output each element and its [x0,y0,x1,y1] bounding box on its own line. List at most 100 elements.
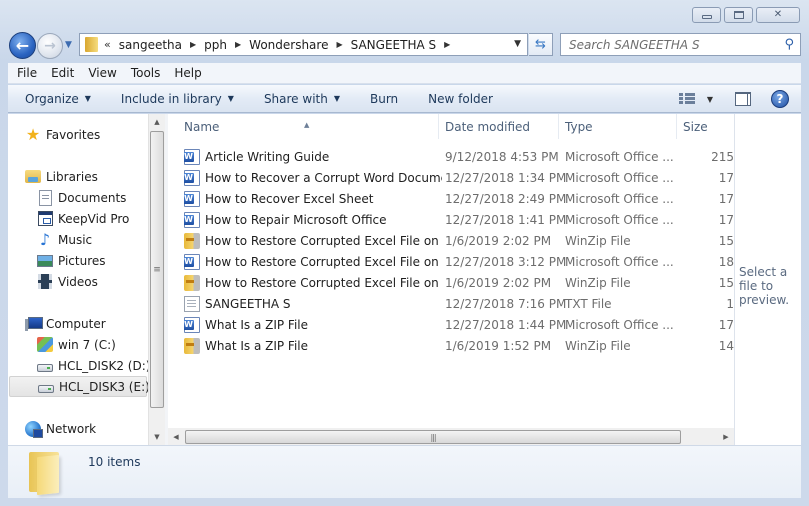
preview-pane-icon[interactable] [735,92,751,106]
column-header-date-modified[interactable]: Date modified [439,114,559,139]
word-document-icon [184,253,200,270]
sidebar-item-network[interactable]: Network [25,418,96,439]
file-row[interactable]: Article Writing Guide 9/12/2018 4:53 PM Mi… [168,146,734,167]
navigation-pane-scrollbar[interactable]: ▲ ≡ ▼ [148,114,165,445]
sidebar-item-label: Computer [46,316,106,331]
file-size: 14 [718,338,734,353]
share-with-button[interactable]: Share with ▼ [264,92,340,106]
file-name: What Is a ZIP File [205,317,309,332]
help-icon[interactable]: ? [771,90,789,108]
file-date-modified: 12/27/2018 1:34 PM [445,170,567,185]
computer-icon [25,316,43,332]
refresh-button[interactable]: ⇆ [529,33,553,56]
file-row[interactable]: How to Repair Microsoft Office 12/27/2018… [168,209,734,230]
sidebar-item-label: HCL_DISK3 (E:) [59,379,150,394]
sidebar-item-videos[interactable]: Videos [37,271,98,292]
file-row[interactable]: How to Restore Corrupted Excel File on .… [168,230,734,251]
item-count: 10 items [88,455,141,469]
file-type: WinZip File [565,338,631,353]
breadcrumb-sangeetha-s[interactable]: SANGEETHA S [351,38,436,52]
burn-button[interactable]: Burn [370,92,398,106]
scroll-up-icon[interactable]: ▲ [149,114,165,130]
sidebar-item-libraries[interactable]: Libraries [25,166,98,187]
file-row[interactable]: How to Restore Corrupted Excel File on .… [168,272,734,293]
network-icon [25,420,43,438]
file-row[interactable]: What Is a ZIP File 1/6/2019 1:52 PM WinZip… [168,335,734,356]
scroll-left-icon[interactable]: ◀ [168,428,184,445]
close-button[interactable]: ✕ [756,7,800,23]
breadcrumb-wondershare[interactable]: Wondershare [249,38,328,52]
column-header-label: Type [565,120,593,134]
file-row[interactable]: How to Restore Corrupted Excel File on .… [168,251,734,272]
hard-drive-icon [38,379,54,395]
sidebar-item-drive-e[interactable]: HCL_DISK3 (E:) [9,376,150,397]
sidebar-item-drive-d[interactable]: HCL_DISK2 (D:) [37,355,150,376]
scrollbar-thumb[interactable]: ||| [185,430,681,444]
file-date-modified: 1/6/2019 1:52 PM [445,338,552,353]
file-type: Microsoft Office ... [565,149,674,164]
folder-icon [29,452,65,496]
breadcrumb-separator-icon[interactable]: ▶ [190,40,196,49]
breadcrumb-overflow[interactable]: « [104,38,111,51]
sidebar-item-label: Music [58,232,93,247]
sidebar-item-computer[interactable]: Computer [25,313,106,334]
sidebar-item-documents[interactable]: Documents [37,187,126,208]
star-icon: ★ [25,125,41,144]
file-row[interactable]: How to Recover a Corrupt Word Docume...1… [168,167,734,188]
word-document-icon [184,169,200,186]
sidebar-item-label: HCL_DISK2 (D:) [58,358,151,373]
horizontal-scrollbar[interactable]: ◀ ||| ▶ [168,428,734,445]
search-icon[interactable]: ⚲ [784,37,794,52]
file-row[interactable]: How to Recover Excel Sheet 12/27/2018 2:4… [168,188,734,209]
new-folder-button[interactable]: New folder [428,92,493,106]
file-size: 17 [718,170,734,185]
scrollbar-thumb[interactable]: ≡ [150,131,164,408]
sort-ascending-icon: ▲ [304,121,310,129]
forward-button[interactable]: → [37,33,63,59]
sidebar-item-label: Favorites [46,127,101,142]
menu-help[interactable]: Help [174,66,208,80]
breadcrumb-separator-icon[interactable]: ▶ [235,40,241,49]
file-date-modified: 1/6/2019 2:02 PM [445,275,552,290]
scroll-down-icon[interactable]: ▼ [149,429,165,445]
change-view-icon[interactable] [678,93,695,105]
pictures-icon [37,253,53,269]
breadcrumb-pph[interactable]: pph [204,38,227,52]
file-name-cell: How to Recover Excel Sheet [184,190,442,207]
file-name: Article Writing Guide [205,149,330,164]
maximize-button[interactable] [724,7,753,23]
recent-pages-dropdown[interactable]: ▼ [65,40,72,50]
menu-view[interactable]: View [88,66,123,80]
breadcrumb-separator-icon[interactable]: ▶ [444,40,450,49]
menu-tools[interactable]: Tools [131,66,168,80]
sidebar-item-pictures[interactable]: Pictures [37,250,106,271]
file-date-modified: 12/27/2018 3:12 PM [445,254,567,269]
breadcrumb-separator-icon[interactable]: ▶ [336,40,342,49]
file-row[interactable]: SANGEETHA S 12/27/2018 7:16 PM TXT File 1 [168,293,734,314]
column-header-label: Name [184,120,220,134]
breadcrumb-sangeetha[interactable]: sangeetha [119,38,182,52]
search-input[interactable] [561,37,771,52]
include-in-library-button[interactable]: Include in library ▼ [121,92,234,106]
back-button[interactable]: ← [9,32,36,59]
sidebar-item-drive-c[interactable]: win 7 (C:) [37,334,116,355]
view-options-dropdown-icon[interactable]: ▼ [707,95,713,104]
minimize-button[interactable] [692,7,721,23]
preview-placeholder: Select a file to preview. [739,265,790,307]
menu-edit[interactable]: Edit [51,66,81,80]
column-header-name[interactable]: Name ▲ [168,114,439,139]
organize-button[interactable]: Organize ▼ [25,92,91,106]
file-date-modified: 1/6/2019 2:02 PM [445,233,552,248]
hard-drive-icon [37,358,53,374]
chevron-down-icon: ▼ [84,94,91,103]
column-header-size[interactable]: Size [677,114,734,139]
sidebar-item-favorites[interactable]: ★ Favorites [25,124,100,145]
scroll-right-icon[interactable]: ▶ [718,428,734,445]
file-row[interactable]: What Is a ZIP File 12/27/2018 1:44 PMMicr… [168,314,734,335]
sidebar-item-keepvid-pro[interactable]: KeepVid Pro [37,208,129,229]
address-bar[interactable]: « sangeetha ▶ pph ▶ Wondershare ▶ SANGEE… [79,33,528,56]
address-dropdown-icon[interactable]: ▼ [514,39,521,49]
sidebar-item-music[interactable]: ♪ Music [37,229,92,250]
menu-file[interactable]: File [17,66,44,80]
column-header-type[interactable]: Type [559,114,677,139]
